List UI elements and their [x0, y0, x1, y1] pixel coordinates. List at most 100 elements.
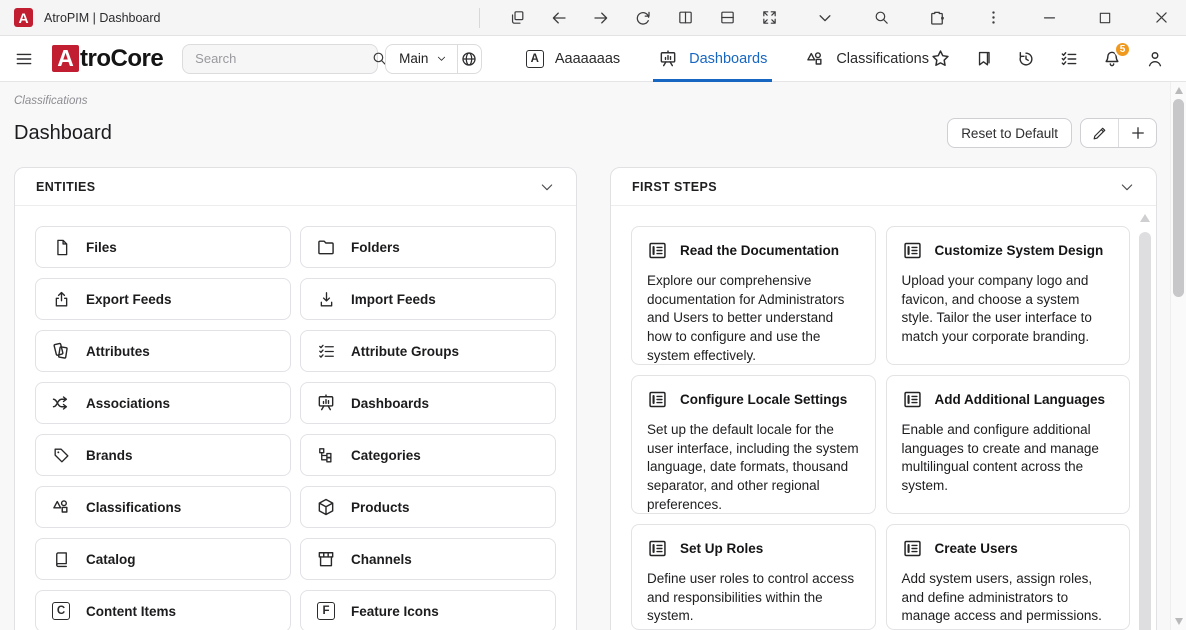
classification-icon	[51, 497, 71, 517]
book-icon	[51, 549, 71, 569]
panel-scrollbar	[1139, 212, 1151, 630]
entities-panel-title: ENTITIES	[36, 180, 95, 194]
card-read-documentation[interactable]: Read the Documentation Explore our compr…	[631, 226, 876, 365]
notification-badge: 5	[1114, 41, 1131, 58]
entity-button-associations[interactable]: Associations	[35, 382, 291, 424]
window-title: AtroPIM | Dashboard	[44, 11, 161, 25]
duplicate-tab-icon[interactable]	[508, 9, 526, 27]
entity-button-folders[interactable]: Folders	[300, 226, 556, 268]
file-icon	[51, 237, 71, 257]
edit-pencil-icon[interactable]	[1081, 119, 1118, 147]
atrocore-logo[interactable]: A troCore	[52, 45, 163, 73]
scroll-up-arrow[interactable]	[1140, 214, 1150, 222]
divider	[479, 8, 480, 28]
entity-button-content-items[interactable]: CContent Items	[35, 590, 291, 630]
menu-kebab-icon[interactable]	[984, 9, 1002, 27]
back-icon[interactable]	[550, 9, 568, 27]
tab-label: Dashboards	[689, 51, 767, 67]
maximize-icon[interactable]	[1096, 9, 1114, 27]
tree-icon	[316, 445, 336, 465]
import-icon	[316, 289, 336, 309]
refresh-icon[interactable]	[634, 9, 652, 27]
fullscreen-icon[interactable]	[760, 9, 778, 27]
first-steps-panel-title: FIRST STEPS	[632, 180, 717, 194]
close-icon[interactable]	[1152, 9, 1170, 27]
tab-classifications[interactable]: Classifications	[805, 36, 929, 82]
scroll-up-arrow[interactable]	[1175, 87, 1183, 94]
site-switcher: Main	[385, 44, 482, 74]
shuffle-icon	[51, 393, 71, 413]
classification-icon	[805, 49, 825, 69]
folder-icon	[316, 237, 336, 257]
article-icon	[902, 240, 923, 261]
entity-button-files[interactable]: Files	[35, 226, 291, 268]
card-create-users[interactable]: Create Users Add system users, assign ro…	[886, 524, 1131, 630]
user-account-icon[interactable]	[1144, 48, 1166, 70]
app-header: A troCore Main A Aaaaaaas Dashboards Cla…	[0, 36, 1186, 82]
collapse-chevron-icon[interactable]	[1119, 179, 1135, 195]
chevron-down-icon[interactable]	[816, 9, 834, 27]
storefront-icon	[316, 549, 336, 569]
entity-button-products[interactable]: Products	[300, 486, 556, 528]
site-select[interactable]: Main	[386, 45, 457, 73]
global-search[interactable]	[182, 44, 378, 74]
tab-aaaaaaas[interactable]: A Aaaaaaas	[526, 36, 620, 82]
scrollbar-thumb[interactable]	[1139, 232, 1151, 630]
reset-to-default-button[interactable]: Reset to Default	[947, 118, 1072, 148]
split-horizontal-icon[interactable]	[718, 9, 736, 27]
scroll-down-arrow[interactable]	[1175, 618, 1183, 625]
article-icon	[902, 538, 923, 559]
menu-hamburger-icon[interactable]	[14, 49, 34, 69]
article-icon	[647, 389, 668, 410]
entity-button-categories[interactable]: Categories	[300, 434, 556, 476]
entity-button-export-feeds[interactable]: Export Feeds	[35, 278, 291, 320]
article-icon	[902, 389, 923, 410]
history-icon[interactable]	[1015, 48, 1037, 70]
export-icon	[51, 289, 71, 309]
chevron-down-icon	[436, 53, 447, 64]
letter-a-icon: A	[526, 50, 544, 68]
tag-icon	[51, 445, 71, 465]
entity-button-attributes[interactable]: Attributes	[35, 330, 291, 372]
card-set-up-roles[interactable]: Set Up Roles Define user roles to contro…	[631, 524, 876, 630]
extensions-icon[interactable]	[928, 9, 946, 27]
entities-panel: ENTITIES Files Folders Export Feeds Impo…	[14, 167, 577, 630]
main-content: Classifications Dashboard Reset to Defau…	[0, 82, 1186, 630]
entity-button-dashboards[interactable]: Dashboards	[300, 382, 556, 424]
card-customize-design[interactable]: Customize System Design Upload your comp…	[886, 226, 1131, 365]
entity-button-catalog[interactable]: Catalog	[35, 538, 291, 580]
browser-titlebar: A AtroPIM | Dashboard	[0, 0, 1186, 36]
zoom-icon[interactable]	[872, 9, 890, 27]
tab-label: Classifications	[836, 51, 929, 67]
search-input[interactable]	[195, 51, 371, 66]
entity-button-brands[interactable]: Brands	[35, 434, 291, 476]
add-plus-icon[interactable]	[1119, 119, 1156, 147]
logo-text: troCore	[80, 45, 163, 73]
entity-button-import-feeds[interactable]: Import Feeds	[300, 278, 556, 320]
card-configure-locale[interactable]: Configure Locale Settings Set up the def…	[631, 375, 876, 514]
notifications-bell-icon[interactable]: 5	[1101, 48, 1123, 70]
dashboard-icon	[658, 49, 678, 69]
dashboard-edit-group	[1080, 118, 1157, 148]
entity-button-feature-icons[interactable]: FFeature Icons	[300, 590, 556, 630]
bookmark-icon[interactable]	[972, 48, 994, 70]
tab-dashboards[interactable]: Dashboards	[658, 36, 767, 82]
nav-tabs: A Aaaaaaas Dashboards Classifications	[526, 36, 929, 82]
breadcrumb[interactable]: Classifications	[0, 82, 1186, 107]
letter-f-icon: F	[316, 601, 336, 621]
card-add-languages[interactable]: Add Additional Languages Enable and conf…	[886, 375, 1131, 514]
split-vertical-icon[interactable]	[676, 9, 694, 27]
site-select-value: Main	[399, 51, 428, 66]
logo-mark: A	[52, 45, 79, 72]
entity-button-channels[interactable]: Channels	[300, 538, 556, 580]
collapse-chevron-icon[interactable]	[539, 179, 555, 195]
first-steps-panel: FIRST STEPS Read the Documentation Explo…	[610, 167, 1157, 630]
globe-icon[interactable]	[458, 45, 481, 73]
entity-button-attribute-groups[interactable]: Attribute Groups	[300, 330, 556, 372]
tasks-checklist-icon[interactable]	[1058, 48, 1080, 70]
entity-button-classifications[interactable]: Classifications	[35, 486, 291, 528]
minimize-icon[interactable]	[1040, 9, 1058, 27]
forward-icon[interactable]	[592, 9, 610, 27]
favorites-star-icon[interactable]	[929, 48, 951, 70]
scrollbar-thumb[interactable]	[1173, 99, 1184, 297]
